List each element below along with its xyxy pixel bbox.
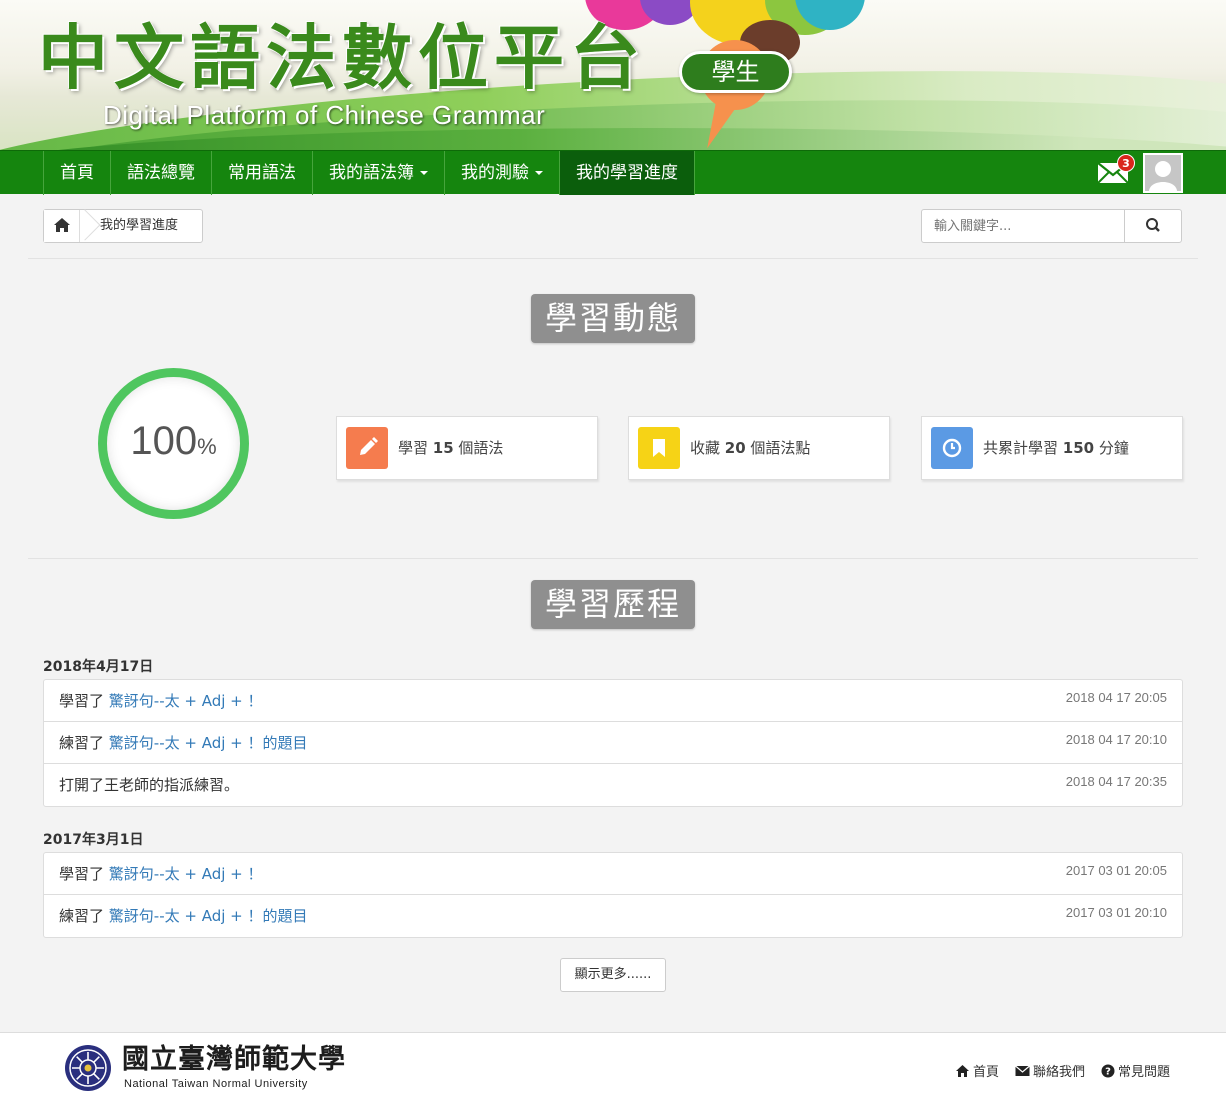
- footer-link-label: 聯絡我們: [1032, 1065, 1085, 1080]
- history-date: 2017年3月1日: [43, 832, 144, 848]
- history-entry-time: 2018 04 17 20:05: [1065, 690, 1167, 705]
- footer-links: 首頁 聯絡我們? 常見問題: [955, 1061, 1170, 1080]
- clock-icon: [931, 427, 973, 469]
- progress-value: 100%: [130, 419, 217, 463]
- nav-item-label: 我的測驗: [461, 163, 529, 183]
- history-entry: 練習了 驚訝句--太 + Adj + ！的題目 2018 04 17 20:10: [44, 722, 1182, 764]
- history-entry-text: 練習了 驚訝句--太 + Adj + ！的題目: [59, 907, 308, 925]
- grammar-link[interactable]: 驚訝句--太 + Adj + ！的題目: [109, 907, 308, 925]
- nav-item[interactable]: 語法總覽: [110, 151, 211, 195]
- history-entry-time: 2018 04 17 20:10: [1065, 732, 1167, 747]
- footer: 國立臺灣師範大學 National Taiwan Normal Universi…: [0, 1032, 1226, 1103]
- bookmark-icon: [638, 427, 680, 469]
- history-entry: 學習了 驚訝句--太 + Adj + ！ 2018 04 17 20:05: [44, 680, 1182, 722]
- stat-value: 15: [432, 439, 454, 457]
- stat-card: 學習 15 個語法: [336, 416, 598, 480]
- ntnu-logo[interactable]: [64, 1044, 112, 1092]
- main-navbar: 首頁 語法總覽 常用語法 我的語法簿 我的測驗 我的學習進度 3: [0, 150, 1226, 195]
- mail-count-badge: 3: [1117, 154, 1135, 172]
- history-date: 2018年4月17日: [43, 659, 154, 675]
- breadcrumb-home[interactable]: [44, 210, 80, 242]
- stat-card-text: 收藏 20 個語法點: [690, 439, 811, 457]
- show-more-button[interactable]: 顯示更多......: [560, 958, 666, 992]
- caret-down-icon: [535, 171, 543, 175]
- divider: [28, 558, 1198, 559]
- grammar-link[interactable]: 驚訝句--太 + Adj + ！: [109, 865, 263, 883]
- grammar-link[interactable]: 驚訝句--太 + Adj + ！的題目: [109, 734, 308, 752]
- history-entry: 打開了王老師的指派練習。 2018 04 17 20:35: [44, 764, 1182, 806]
- footer-link-label: 常見問題: [1117, 1065, 1170, 1080]
- nav-item[interactable]: 我的學習進度: [559, 151, 695, 195]
- site-title[interactable]: 中文語法數位平台: [38, 18, 646, 98]
- nav-menu: 首頁 語法總覽 常用語法 我的語法簿 我的測驗 我的學習進度: [43, 151, 695, 195]
- footer-link[interactable]: 聯絡我們: [1015, 1061, 1085, 1080]
- progress-ring: 100%: [98, 368, 249, 519]
- history-entry-text: 打開了王老師的指派練習。: [59, 776, 240, 794]
- pencil-icon: [346, 427, 388, 469]
- history-entry-time: 2017 03 01 20:10: [1065, 905, 1167, 920]
- history-entry-time: 2018 04 17 20:35: [1065, 774, 1167, 789]
- breadcrumb-current: 我的學習進度: [100, 218, 179, 233]
- history-log-list: 學習了 驚訝句--太 + Adj + ！ 2017 03 01 20:05 練習了 …: [43, 852, 1183, 938]
- nav-item[interactable]: 常用語法: [211, 151, 312, 195]
- nav-item-label: 我的語法簿: [329, 163, 414, 183]
- stat-value: 150: [1062, 439, 1095, 457]
- caret-down-icon: [420, 171, 428, 175]
- stat-card-text: 學習 15 個語法: [398, 439, 504, 457]
- history-entry: 學習了 驚訝句--太 + Adj + ！ 2017 03 01 20:05: [44, 853, 1182, 895]
- university-name: 國立臺灣師範大學: [122, 1044, 346, 1075]
- svg-text:?: ?: [1105, 1066, 1111, 1077]
- footer-link[interactable]: ? 常見問題: [1101, 1061, 1170, 1080]
- grammar-link[interactable]: 驚訝句--太 + Adj + ！: [109, 692, 263, 710]
- history-entry-time: 2017 03 01 20:05: [1065, 863, 1167, 878]
- user-icon: [1145, 155, 1181, 191]
- history-title: 學習歷程: [531, 580, 695, 629]
- home-icon: [54, 218, 70, 232]
- stat-card-text: 共累計學習 150 分鐘: [983, 439, 1129, 457]
- divider: [28, 258, 1198, 259]
- search-box: [921, 209, 1182, 243]
- history-log-list: 學習了 驚訝句--太 + Adj + ！ 2018 04 17 20:05 練習了 …: [43, 679, 1183, 807]
- stat-value: 20: [724, 439, 746, 457]
- envelope-icon: [1015, 1065, 1030, 1077]
- footer-link[interactable]: 首頁: [955, 1061, 999, 1080]
- search-button[interactable]: [1126, 210, 1181, 242]
- site-subtitle: Digital Platform of Chinese Grammar: [103, 100, 546, 130]
- nav-item[interactable]: 我的測驗: [444, 151, 559, 195]
- history-entry-text: 練習了 驚訝句--太 + Adj + ！的題目: [59, 734, 308, 752]
- nav-item[interactable]: 首頁: [43, 151, 110, 195]
- search-input[interactable]: [922, 210, 1125, 242]
- breadcrumb: 我的學習進度: [43, 209, 203, 243]
- question-circle-icon: ?: [1101, 1064, 1115, 1078]
- nav-item[interactable]: 我的語法簿: [312, 151, 444, 195]
- history-entry: 練習了 驚訝句--太 + Adj + ！的題目 2017 03 01 20:10: [44, 895, 1182, 937]
- role-badge: 學生: [679, 51, 792, 93]
- stat-card: 收藏 20 個語法點: [628, 416, 890, 480]
- nav-item-label: 首頁: [60, 163, 94, 183]
- user-avatar[interactable]: [1143, 153, 1183, 193]
- stat-card: 共累計學習 150 分鐘: [921, 416, 1183, 480]
- footer-link-label: 首頁: [972, 1065, 999, 1080]
- history-entry-text: 學習了 驚訝句--太 + Adj + ！: [59, 865, 263, 883]
- university-name-en: National Taiwan Normal University: [124, 1078, 308, 1090]
- home-icon: [955, 1064, 970, 1078]
- nav-item-label: 常用語法: [228, 163, 296, 183]
- history-entry-text: 學習了 驚訝句--太 + Adj + ！: [59, 692, 263, 710]
- dynamics-title: 學習動態: [531, 294, 695, 343]
- site-banner: 中文語法數位平台 Digital Platform of Chinese Gra…: [0, 0, 1226, 150]
- nav-item-label: 我的學習進度: [576, 163, 678, 183]
- nav-item-label: 語法總覽: [127, 163, 195, 183]
- search-icon: [1146, 218, 1160, 232]
